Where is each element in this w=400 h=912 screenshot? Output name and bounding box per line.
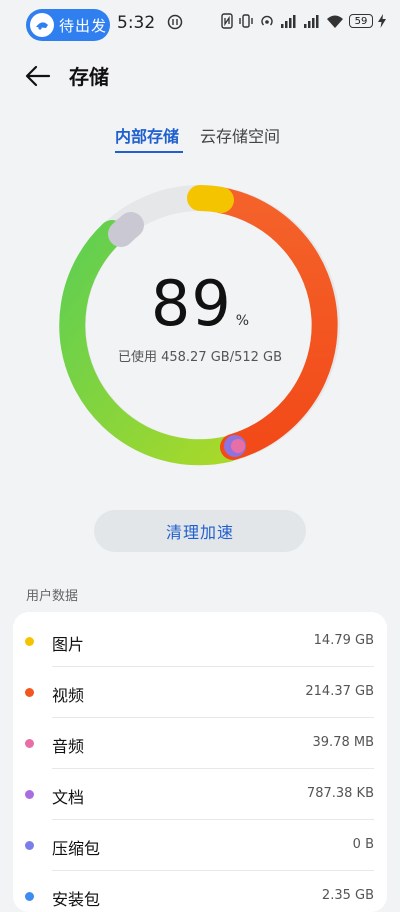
list-item-audio[interactable]: 音频 39.78 MB [13, 718, 387, 769]
list-item-size: 0 B [352, 837, 374, 852]
list-item-apk[interactable]: 安装包 2.35 GB [13, 871, 387, 912]
trip-pill-label: 待出发 [59, 16, 108, 35]
documents-color-dot [25, 790, 34, 799]
ring-segment-images [187, 185, 234, 213]
active-tab-indicator [115, 151, 183, 153]
ring-segment-green [59, 220, 241, 466]
list-item-size: 214.37 GB [305, 684, 374, 699]
tab-internal-storage[interactable]: 内部存储 [115, 123, 179, 147]
clock: 5:32 [117, 13, 156, 33]
clean-up-button[interactable]: 清理加速 [94, 510, 306, 552]
list-item-label: 音频 [52, 737, 85, 756]
list-item-label: 文档 [52, 788, 85, 807]
list-item-size: 787.38 KB [306, 786, 374, 801]
list-item-size: 39.78 MB [312, 735, 374, 750]
signal-2-icon [304, 15, 319, 28]
usage-percent: 89% [0, 267, 400, 340]
list-item-label: 压缩包 [52, 839, 101, 858]
status-icons: 59 [221, 13, 386, 29]
nfc-icon [221, 13, 233, 29]
apk-color-dot [25, 892, 34, 901]
list-item-size: 2.35 GB [321, 888, 374, 903]
status-bar: 待出发 5:32 59 [0, 0, 400, 50]
user-data-list: 图片 14.79 GB 视频 214.37 GB 音频 39.78 MB 文档 … [13, 612, 387, 912]
charging-icon [378, 14, 386, 28]
list-item-video[interactable]: 视频 214.37 GB [13, 667, 387, 718]
page-header: 存储 [0, 58, 400, 94]
video-color-dot [25, 688, 34, 697]
nfc-status-icon [167, 14, 183, 30]
hotspot-icon [261, 15, 273, 26]
usage-detail: 已使用 458.27 GB/512 GB [117, 350, 283, 365]
archives-color-dot [25, 841, 34, 850]
back-arrow-icon[interactable] [24, 62, 52, 90]
list-item-size: 14.79 GB [313, 633, 374, 648]
list-item-documents[interactable]: 文档 787.38 KB [13, 769, 387, 820]
usage-percent-sign: % [235, 313, 250, 329]
ring-segment-audio [231, 439, 245, 453]
battery-icon: 59 [349, 14, 373, 28]
audio-color-dot [25, 739, 34, 748]
section-label-user-data: 用户数据 [26, 589, 79, 604]
travel-badge-icon [30, 13, 54, 37]
images-color-dot [25, 637, 34, 646]
storage-tabs: 内部存储 云存储空间 [0, 123, 400, 153]
list-item-label: 图片 [52, 635, 85, 654]
usage-percent-value: 89 [150, 267, 232, 340]
battery-level: 59 [354, 15, 368, 27]
list-item-archives[interactable]: 压缩包 0 B [13, 820, 387, 871]
list-item-images[interactable]: 图片 14.79 GB [13, 616, 387, 667]
signal-1-icon [281, 15, 296, 28]
list-item-label: 安装包 [52, 890, 101, 909]
tab-cloud-storage[interactable]: 云存储空间 [200, 123, 280, 147]
page-title: 存储 [69, 65, 109, 89]
list-item-label: 视频 [52, 686, 85, 705]
wifi-icon [327, 15, 343, 28]
vibrate-icon [239, 14, 253, 28]
trip-pill[interactable]: 待出发 [26, 9, 110, 41]
ring-segment-other [108, 212, 144, 247]
